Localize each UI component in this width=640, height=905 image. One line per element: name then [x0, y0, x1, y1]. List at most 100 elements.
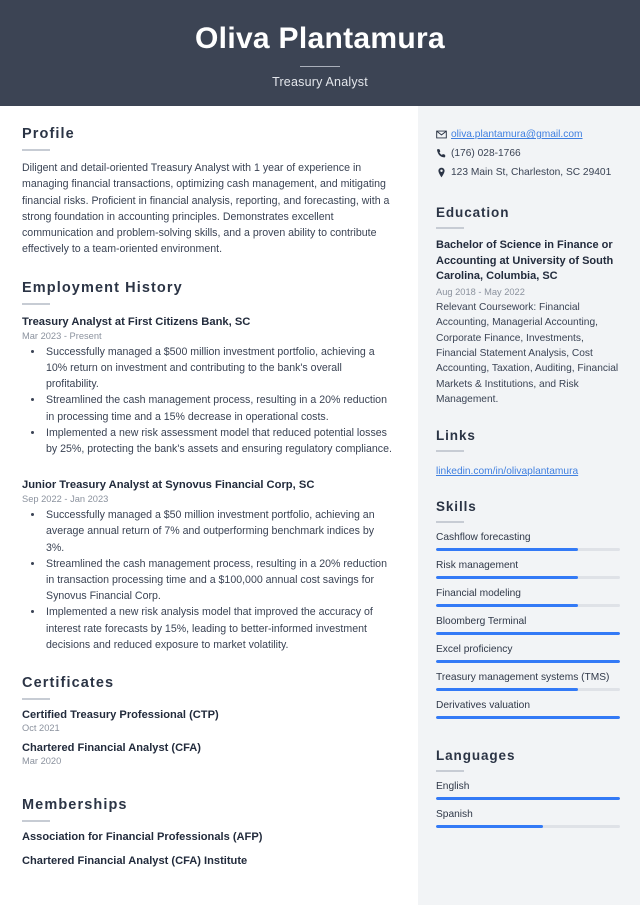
skill-item: Derivatives valuation — [436, 700, 620, 719]
section-divider — [22, 820, 50, 823]
employment-bullet: Implemented a new risk assessment model … — [44, 425, 394, 457]
skill-item: Excel proficiency — [436, 644, 620, 663]
membership-item: Chartered Financial Analyst (CFA) Instit… — [22, 855, 248, 868]
contact-row: oliva.plantamura@gmail.com — [436, 128, 620, 142]
location-pin-icon — [436, 166, 451, 178]
skill-label: Bloomberg Terminal — [436, 615, 527, 627]
certificate-title: Certified Treasury Professional (CTP) — [22, 709, 219, 722]
profile-link[interactable]: linkedin.com/in/olivaplantamura — [436, 466, 578, 477]
membership-item: Association for Financial Professionals … — [22, 831, 263, 844]
section-memberships: Memberships Association for Financial Pr… — [22, 797, 394, 867]
proficiency-bar-fill — [436, 659, 620, 663]
skill-label: Cashflow forecasting — [436, 531, 531, 543]
language-label: Spanish — [436, 808, 473, 820]
proficiency-bar-fill — [436, 796, 620, 800]
certificates-list: Certified Treasury Professional (CTP) Oct… — [22, 709, 394, 766]
contact-row: (176) 028-1766 — [436, 147, 620, 161]
resume-page: Oliva Plantamura Treasury Analyst Profil… — [0, 0, 640, 905]
skills-heading: Skills — [436, 498, 477, 514]
language-label: English — [436, 780, 470, 792]
proficiency-bar-track — [436, 796, 620, 800]
section-certificates: Certificates Certified Treasury Professi… — [22, 675, 394, 766]
education-heading: Education — [436, 205, 510, 220]
email-icon — [436, 128, 451, 140]
employment-job-title: Junior Treasury Analyst at Synovus Finan… — [22, 479, 315, 492]
memberships-list: Association for Financial Professionals … — [22, 831, 394, 867]
memberships-heading: Memberships — [22, 797, 128, 814]
section-divider — [22, 149, 50, 151]
employment-job-date: Mar 2023 - Present — [22, 330, 102, 341]
certificate-title: Chartered Financial Analyst (CFA) — [22, 742, 201, 755]
section-divider — [436, 769, 464, 772]
skill-label: Financial modeling — [436, 587, 521, 599]
skill-item: Financial modeling — [436, 588, 620, 607]
header-job-title: Treasury Analyst — [272, 75, 368, 89]
section-education: Education Bachelor of Science in Finance… — [436, 205, 620, 408]
section-divider — [22, 302, 50, 305]
certificates-heading: Certificates — [22, 675, 115, 692]
page-title: Oliva Plantamura — [195, 22, 445, 55]
employment-entry: Treasury Analyst at First Citizens Bank,… — [22, 314, 394, 457]
employment-bullet: Successfully managed a $500 million inve… — [44, 344, 394, 393]
proficiency-bar-fill — [436, 547, 578, 551]
section-profile: Profile Diligent and detail-oriented Tre… — [22, 126, 394, 258]
phone-icon — [436, 147, 451, 159]
proficiency-bar-track — [436, 631, 620, 635]
proficiency-bar-track — [436, 575, 620, 579]
section-divider — [22, 698, 50, 701]
sidebar-column: oliva.plantamura@gmail.com (176) 028-1766… — [418, 106, 640, 905]
language-item: English — [436, 781, 620, 800]
section-skills: Skills Cashflow forecasting Risk manageme… — [436, 499, 620, 719]
section-languages: Languages English Spanish — [436, 748, 620, 828]
proficiency-bar-track — [436, 687, 620, 691]
section-links: Links linkedin.com/in/olivaplantamura — [436, 428, 620, 479]
proficiency-bar-fill — [436, 687, 578, 691]
contact-list: oliva.plantamura@gmail.com (176) 028-1766… — [436, 128, 620, 180]
certificate-entry: Chartered Financial Analyst (CFA) Mar 202… — [22, 742, 394, 766]
language-item: Spanish — [436, 809, 620, 828]
employment-heading: Employment History — [22, 279, 183, 296]
proficiency-bar-track — [436, 603, 620, 607]
contact-value-link[interactable]: oliva.plantamura@gmail.com — [451, 128, 583, 142]
skills-list: Cashflow forecasting Risk management Finan… — [436, 532, 620, 719]
skill-item: Bloomberg Terminal — [436, 616, 620, 635]
employment-bullet: Successfully managed a $50 million inves… — [44, 507, 394, 556]
main-column: Profile Diligent and detail-oriented Tre… — [0, 106, 418, 905]
section-divider — [436, 449, 464, 452]
employment-entry: Junior Treasury Analyst at Synovus Finan… — [22, 477, 394, 653]
proficiency-bar-track — [436, 824, 620, 828]
employment-job-date: Sep 2022 - Jan 2023 — [22, 494, 109, 505]
education-description: Relevant Coursework: Financial Accountin… — [436, 301, 619, 406]
contact-value: 123 Main St, Charleston, SC 29401 — [451, 167, 612, 178]
links-heading: Links — [436, 427, 476, 443]
contact-value: (176) 028-1766 — [451, 148, 521, 159]
section-employment: Employment History Treasury Analyst at F… — [22, 280, 394, 653]
links-list: linkedin.com/in/olivaplantamura — [436, 461, 620, 479]
education-date: Aug 2018 - May 2022 — [436, 286, 525, 297]
employment-bullets: Successfully managed a $500 million inve… — [22, 344, 394, 457]
skill-label: Derivatives valuation — [436, 699, 530, 711]
section-divider — [436, 520, 464, 523]
proficiency-bar-fill — [436, 824, 543, 828]
proficiency-bar-fill — [436, 715, 620, 719]
certificate-date: Oct 2021 — [22, 723, 60, 734]
proficiency-bar-fill — [436, 575, 578, 579]
skill-item: Cashflow forecasting — [436, 532, 620, 551]
certificate-date: Mar 2020 — [22, 756, 62, 767]
certificate-entry: Certified Treasury Professional (CTP) Oct… — [22, 709, 394, 733]
profile-heading: Profile — [22, 126, 75, 142]
employment-bullet: Streamlined the cash management process,… — [44, 556, 394, 605]
employment-bullet: Implemented a new risk analysis model th… — [44, 604, 394, 653]
section-divider — [436, 227, 464, 229]
employment-list: Treasury Analyst at First Citizens Bank,… — [22, 314, 394, 653]
profile-text: Diligent and detail-oriented Treasury An… — [22, 162, 390, 256]
education-degree: Bachelor of Science in Finance or Accoun… — [436, 239, 614, 283]
resume-body: Profile Diligent and detail-oriented Tre… — [0, 106, 640, 905]
proficiency-bar-fill — [436, 603, 578, 607]
